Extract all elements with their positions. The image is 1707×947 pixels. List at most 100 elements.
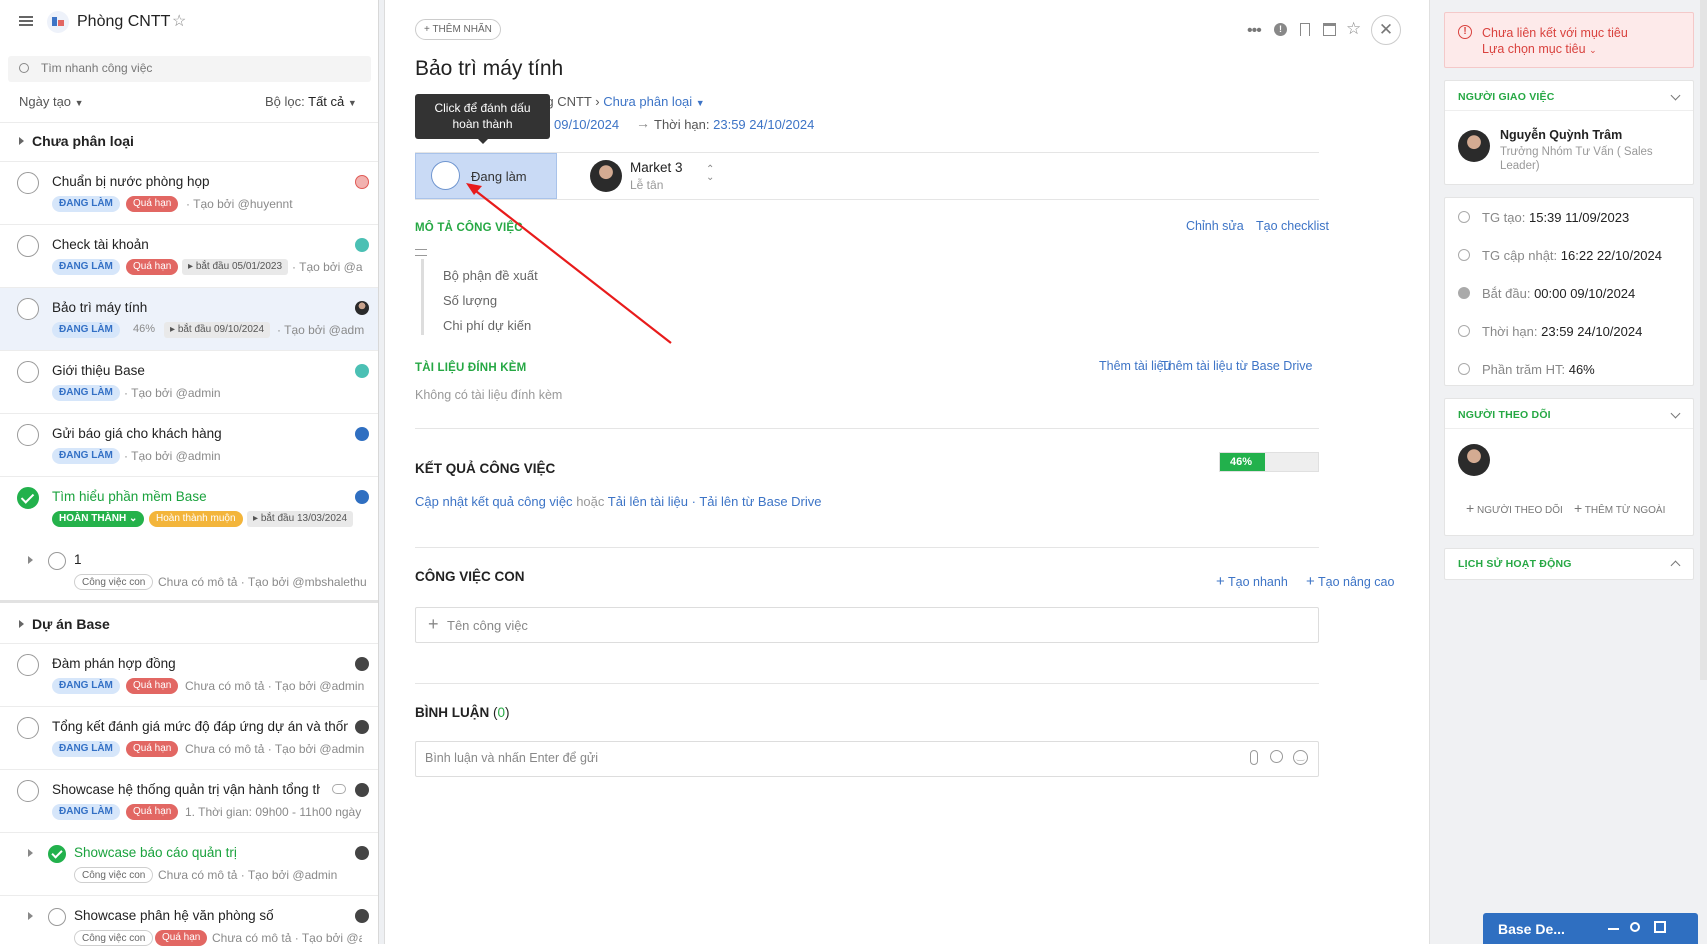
deadline-time: Thời hạn: 23:59 24/10/2024 (1482, 324, 1642, 339)
plus-icon: + (1466, 500, 1475, 516)
task-title[interactable]: Showcase phân hệ văn phòng số (74, 908, 274, 923)
chevron-down-icon: ▼ (347, 98, 357, 108)
avatar (355, 909, 369, 923)
annotation-arrow (466, 183, 672, 344)
menu-icon[interactable] (19, 16, 33, 26)
status-badge: ĐANG LÀM (52, 741, 120, 757)
task-title[interactable]: Showcase báo cáo quản trị (74, 845, 237, 860)
sort-label: Ngày tạo (19, 94, 72, 109)
status-badge: ĐANG LÀM (52, 804, 120, 820)
subtask-checkbox[interactable] (48, 552, 66, 570)
avatar (355, 238, 369, 252)
expand-icon[interactable] (28, 556, 33, 564)
task-title[interactable]: Chuẩn bị nước phòng họp (52, 174, 210, 189)
task-checkbox[interactable] (17, 424, 39, 446)
assigner-heading: NGƯỜI GIAO VIỆC (1458, 91, 1555, 103)
start-time: Bắt đầu: 00:00 09/10/2024 (1482, 286, 1635, 301)
task-title[interactable]: Gửi báo giá cho khách hàng (52, 426, 222, 441)
overdue-badge: Quá hạn (126, 804, 179, 820)
task-title[interactable]: Showcase hệ thống quản trị vận hành tổng… (52, 782, 320, 797)
overdue-badge: Quá hạn (126, 259, 179, 275)
goal-warning: Chưa liên kết với mục tiêu (1482, 26, 1628, 40)
filter-dropdown[interactable]: Bộ lọc: Tất cả ▼ (265, 94, 357, 109)
expand-icon[interactable] (28, 849, 33, 857)
scrollbar[interactable] (1700, 0, 1707, 680)
clock-icon (1458, 249, 1470, 261)
start-badge: ▸ bắt đầu 05/01/2023 (182, 259, 289, 275)
subtask-checkbox-done[interactable] (48, 845, 66, 863)
collapse-icon[interactable] (19, 620, 24, 628)
goal-select-link[interactable]: Lựa chọn mục tiêu ⌄ (1482, 42, 1597, 56)
task-meta: · Tạo bởi @adm (277, 323, 365, 337)
percent-text: 46% (133, 323, 156, 335)
deadline-label: Thời hạn: (1482, 324, 1538, 339)
percent-label: Phần trăm HT: (1482, 362, 1566, 377)
task-title[interactable]: Check tài khoản (52, 237, 149, 252)
subtask-badge: Công việc con (74, 574, 154, 590)
status-badge: ĐANG LÀM (52, 259, 120, 275)
task-checkbox[interactable] (17, 780, 39, 802)
avatar (355, 720, 369, 734)
filter-label: Bộ lọc: (265, 94, 305, 109)
task-title[interactable]: Tìm hiểu phần mềm Base (52, 489, 207, 504)
assigner-avatar (1458, 130, 1490, 162)
avatar (355, 175, 369, 189)
goal-select-label: Lựa chọn mục tiêu (1482, 42, 1586, 56)
selected-row[interactable] (0, 288, 378, 350)
task-meta: Chưa có mô tả · Tạo bởi @ad (212, 931, 362, 945)
start-date: bắt đầu 13/03/2024 (260, 513, 348, 524)
separator (1445, 110, 1693, 111)
status-badge[interactable]: HOÀN THÀNH ⌄ (52, 511, 145, 527)
task-title[interactable]: 1 (74, 552, 82, 567)
overdue-badge: Quá hạn (126, 196, 179, 212)
task-checkbox[interactable] (17, 298, 39, 320)
play-icon (1458, 287, 1470, 299)
start-date: bắt đầu 09/10/2024 (177, 324, 265, 335)
external-link-icon[interactable] (1654, 921, 1666, 933)
project-title: Phòng CNTT (77, 13, 171, 30)
updated-label: TG cập nhật: (1482, 248, 1558, 263)
follower-avatar[interactable] (1458, 444, 1490, 476)
sort-dropdown[interactable]: Ngày tạo ▼ (19, 94, 84, 109)
assigner-name[interactable]: Nguyễn Quỳnh Trâm (1500, 128, 1622, 142)
add-external-button[interactable]: + THÊM TỪ NGOÀI (1574, 500, 1665, 516)
collapse-icon[interactable] (19, 137, 24, 145)
task-title[interactable]: Giới thiệu Base (52, 363, 145, 378)
deadline-value: 23:59 24/10/2024 (1541, 324, 1643, 339)
minimize-icon[interactable] (1608, 928, 1619, 930)
avatar (355, 490, 369, 504)
task-checkbox[interactable] (17, 172, 39, 194)
task-title[interactable]: Tổng kết đánh giá mức độ đáp ứng dự án v… (52, 719, 348, 734)
add-follower-button[interactable]: + NGƯỜI THEO DÕI (1466, 500, 1563, 516)
avatar (355, 783, 369, 797)
overdue-badge: Quá hạn (126, 741, 179, 757)
task-checkbox[interactable] (17, 235, 39, 257)
late-badge: Hoàn thành muộn (149, 511, 243, 527)
task-title[interactable]: Đàm phán hợp đồng (52, 656, 176, 671)
task-checkbox-done[interactable] (17, 487, 39, 509)
subtask-checkbox[interactable] (48, 908, 66, 926)
status-badge: ĐANG LÀM (52, 448, 120, 464)
avatar (355, 846, 369, 860)
star-icon[interactable]: ☆ (172, 11, 186, 31)
chevron-down-icon: ⌄ (1589, 45, 1597, 55)
search-icon (19, 63, 29, 73)
search-input[interactable]: Tìm nhanh công việc (41, 61, 152, 75)
status-badge: ĐANG LÀM (52, 196, 120, 212)
task-meta: Chưa có mô tả · Tạo bởi @admin (185, 679, 365, 693)
drive-widget-title: Base De... (1498, 921, 1565, 937)
panel-divider[interactable] (379, 0, 385, 944)
task-checkbox[interactable] (17, 361, 39, 383)
avatar (355, 301, 369, 315)
updated-value: 16:22 22/10/2024 (1560, 248, 1662, 263)
start-badge: ▸ bắt đầu 13/03/2024 (247, 511, 354, 527)
task-checkbox[interactable] (17, 717, 39, 739)
task-checkbox[interactable] (17, 654, 39, 676)
task-title[interactable]: Bảo trì máy tính (52, 300, 147, 315)
group-title: Dự án Base (32, 616, 110, 632)
assigner-role: Trưởng Nhóm Tư Vấn ( Sales Leader) (1500, 146, 1653, 172)
start-date: bắt đầu 05/01/2023 (195, 261, 283, 272)
search-icon[interactable] (1630, 922, 1640, 932)
goal-card[interactable] (1444, 12, 1694, 68)
expand-icon[interactable] (28, 912, 33, 920)
